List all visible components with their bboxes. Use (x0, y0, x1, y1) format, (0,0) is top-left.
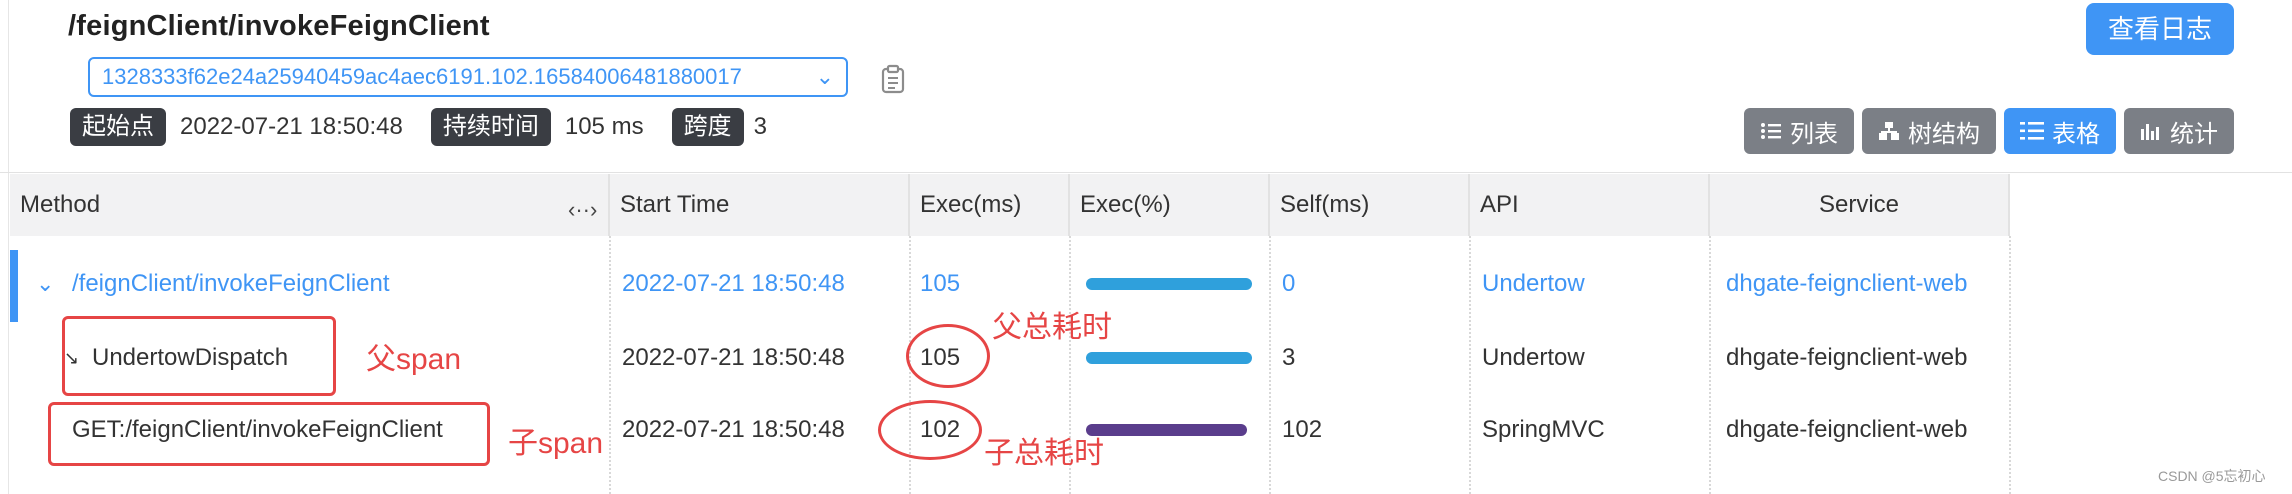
stats-view-button[interactable]: 统计 (2124, 108, 2234, 154)
view-log-button[interactable]: 查看日志 (2086, 3, 2234, 55)
row-start-time: 2022-07-21 18:50:48 (622, 416, 845, 443)
trace-id-select[interactable]: 1328333f62e24a25940459ac4aec6191.102.165… (88, 57, 848, 97)
column-header-exec-ms-label: Exec(ms) (920, 191, 1022, 218)
exec-pct-bar (1086, 352, 1252, 364)
collapse-chevron-icon[interactable]: ⌄ (36, 247, 54, 321)
watermark: CSDN @5忘初心 (2158, 468, 2266, 484)
list-icon (1761, 123, 1781, 139)
column-header-method[interactable]: Method (10, 174, 610, 236)
row-start-time: 2022-07-21 18:50:48 (622, 270, 845, 297)
tree-icon (1879, 122, 1899, 140)
stats-icon (2141, 124, 2159, 140)
column-header-api[interactable]: API (1470, 174, 1710, 236)
annotation-box-parent-span (62, 316, 336, 396)
row-self-ms: 0 (1282, 270, 1296, 297)
duration-tag: 持续时间 (430, 108, 551, 146)
tree-view-button[interactable]: 树结构 (1862, 108, 1996, 154)
start-value: 2022-07-21 18:50:48 (180, 113, 403, 140)
duration-value: 105 ms (564, 113, 644, 140)
column-header-exec-ms[interactable]: Exec(ms) (910, 174, 1070, 236)
row-exec-ms: 105 (920, 270, 961, 297)
column-header-start-time[interactable]: Start Time (610, 174, 910, 236)
exec-pct-bar (1086, 424, 1247, 436)
column-header-start-time-label: Start Time (620, 191, 730, 218)
stats-view-label: 统计 (2170, 120, 2218, 148)
table-view-label: 表格 (2052, 120, 2100, 148)
list-view-button[interactable]: 列表 (1744, 108, 1854, 154)
annotation-circle-child-total (878, 400, 982, 460)
row-self-ms: 3 (1282, 344, 1296, 371)
column-header-api-label: API (1480, 191, 1519, 218)
view-mode-switch: 列表 树结构 表格 统计 (1744, 108, 2242, 154)
column-header-service-label: Service (1818, 191, 1900, 218)
row-method: /feignClient/invokeFeignClient (72, 270, 390, 297)
annotation-parent-total: 父总耗时 (992, 311, 1112, 344)
column-resize-icon[interactable]: ‹··› (568, 197, 597, 223)
row-service: dhgate-feignclient-web (1726, 270, 1968, 297)
annotation-child-total: 子总耗时 (984, 437, 1104, 470)
row-service: dhgate-feignclient-web (1726, 416, 1968, 443)
trace-meta: 起始点 2022-07-21 18:50:48 持续时间 105 ms 跨度 3 (70, 107, 781, 147)
row-service: dhgate-feignclient-web (1726, 344, 1968, 371)
row-api: Undertow (1482, 344, 1585, 371)
exec-pct-bar (1086, 278, 1252, 290)
column-header-self-ms-label: Self(ms) (1280, 191, 1370, 218)
column-header-service[interactable]: Service (1710, 174, 2010, 236)
column-header-self-ms[interactable]: Self(ms) (1270, 174, 1470, 236)
column-header-exec-pct[interactable]: Exec(%) (1070, 174, 1270, 236)
table-top-border (0, 172, 2292, 173)
tree-view-label: 树结构 (1908, 120, 1980, 148)
list-view-label: 列表 (1790, 120, 1838, 148)
annotation-circle-parent-total (906, 324, 990, 388)
span-count-value: 3 (753, 113, 767, 140)
annotation-child-span: 子span (508, 427, 604, 460)
clipboard-icon[interactable] (880, 64, 906, 94)
column-header-method-label: Method (20, 191, 101, 218)
column-header-exec-pct-label: Exec(%) (1080, 191, 1171, 218)
row-self-ms: 102 (1282, 416, 1323, 443)
annotation-parent-span: 父span (366, 343, 462, 376)
start-tag: 起始点 (70, 108, 166, 146)
page-title: /feignClient/invokeFeignClient (68, 10, 490, 42)
annotation-box-child-span (48, 402, 490, 466)
row-api: Undertow (1482, 270, 1585, 297)
chevron-down-icon: ⌄ (815, 64, 834, 89)
span-count-tag: 跨度 (671, 108, 744, 146)
table-icon (2020, 122, 2044, 140)
row-start-time: 2022-07-21 18:50:48 (622, 344, 845, 371)
trace-id-value: 1328333f62e24a25940459ac4aec6191.102.165… (102, 64, 742, 89)
table-header: Method Start Time Exec(ms) Exec(%) Self(… (0, 174, 2292, 236)
row-api: SpringMVC (1482, 416, 1605, 443)
table-view-button[interactable]: 表格 (2004, 108, 2116, 154)
